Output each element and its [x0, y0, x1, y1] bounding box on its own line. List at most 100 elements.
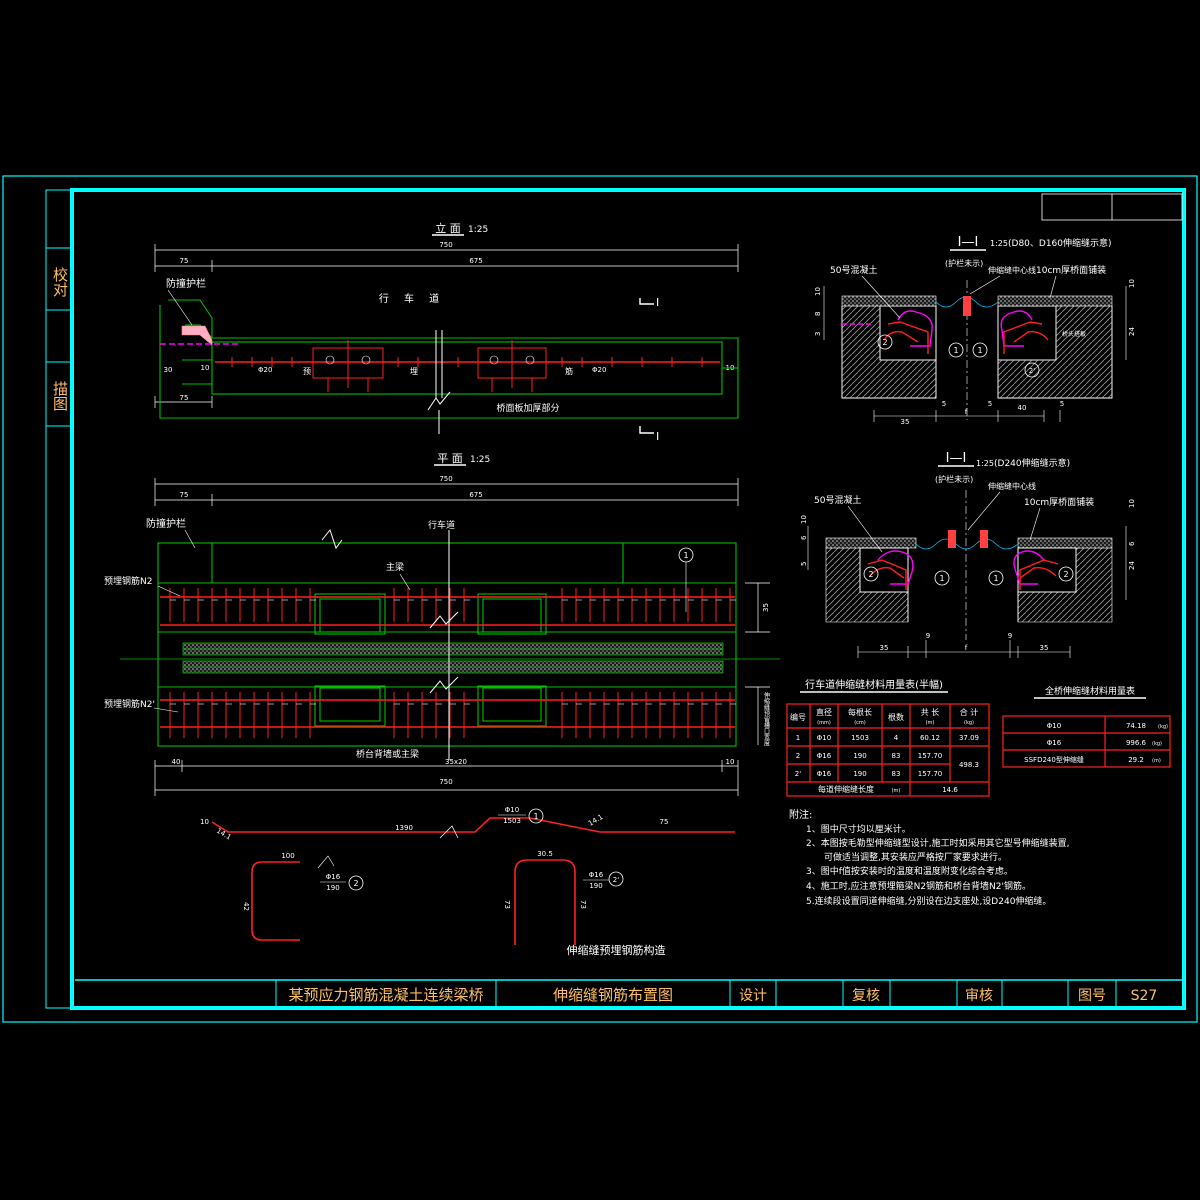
t2-r0c1: 74.18 [1126, 722, 1146, 730]
section-b-c1a: 1 [939, 574, 944, 583]
plan-scale: 1:25 [470, 455, 490, 465]
section-a-d24: 24 [1128, 327, 1136, 336]
t1-u1: (mm) [817, 720, 831, 726]
t1-u2: (cm) [854, 720, 866, 726]
t1-r2c0: 2' [795, 770, 801, 778]
section-b-d6: 6 [800, 535, 808, 540]
section-a-d40: 40 [1018, 404, 1027, 412]
section-b-paving: 10cm厚桥面铺装 [1024, 496, 1094, 508]
t1-row-1: 1 Φ10 1503 4 60.12 37.09 [796, 734, 979, 742]
elev-dim-30: 30 [164, 366, 173, 374]
section-b-d35b: 35 [1040, 644, 1049, 652]
rebar-caption: 伸缩缝预埋钢筋构造 [567, 943, 666, 957]
n2-h: 42 [242, 902, 250, 911]
n2-len: 190 [326, 884, 339, 892]
plan-main-beam: 主梁 [386, 561, 404, 573]
t1-row-3: 2' Φ16 190 83 157.70 [795, 770, 942, 778]
section-a-d10r: 10 [1128, 279, 1136, 288]
elev-deck-note: 桥面板加厚部分 [496, 402, 559, 414]
review-label: 审核 [965, 988, 993, 1004]
plan-side-note: 伸缩缝预留槽口宽度 [763, 691, 770, 747]
project-name: 某预应力钢筋混凝土连续梁桥 [288, 986, 483, 1004]
section-a-d10: 10 [814, 287, 822, 296]
section-b-concrete: 50号混凝土 [814, 494, 861, 506]
side-label-check: 校对 [51, 267, 69, 297]
section-a-concrete: 50号混凝土 [830, 264, 877, 276]
t1-r2c2: 190 [853, 770, 866, 778]
plan-guardrail: 防撞护栏 [146, 517, 186, 530]
t1-footer-label: 每道伸缩缝长度 [818, 784, 874, 794]
n1-b: 14.1 [215, 827, 233, 842]
elev-dim-75b: 75 [180, 394, 189, 402]
plan-dim-left: 75 [180, 491, 189, 499]
recheck-label: 复核 [852, 987, 880, 1004]
plan-title: 平 面 [437, 452, 463, 465]
n1-a: 10 [200, 818, 209, 826]
section-b-d35a: 35 [880, 644, 889, 652]
section-a-d3: 3 [814, 332, 822, 336]
section-a-d5b: 5 [988, 400, 992, 408]
plan-callout-1: 1 [683, 551, 688, 560]
elevation-view: 立 面 1:25 750 75 675 75 30 10 10 防撞护栏 行 车… [154, 221, 739, 443]
section-b-scale: 1:25 [976, 459, 994, 468]
section-b-spec: (D240伸缩缝示意) [994, 457, 1070, 469]
n1-len2: 1503 [503, 817, 521, 825]
notes: 附注: 1、图中尺寸均以厘米计。 2、本图按毛勒型伸缩缝型设计,施工时如采用其它… [789, 808, 1069, 907]
t1-h5: 合 计 [960, 707, 979, 717]
elev-guardrail: 防撞护栏 [166, 277, 206, 290]
section-b-d6r: 6 [1128, 541, 1136, 546]
t1-r0c4: 60.12 [920, 734, 940, 742]
t1-r0c0: 1 [796, 734, 800, 742]
plan-n2: 预埋钢筋N2 [104, 575, 152, 587]
elev-lane: 行 车 道 [379, 292, 445, 305]
note-4: 4、施工时,应注意预埋箍梁N2钢筋和桥台背墙N2'钢筋。 [806, 880, 1031, 892]
plan-n2p: 预埋钢筋N2' [104, 698, 155, 710]
t1-r2c1: Φ16 [817, 770, 832, 778]
elev-dim-10a: 10 [201, 364, 210, 372]
section-b-rail-note: (护栏未示) [935, 474, 973, 484]
notes-title: 附注: [789, 808, 812, 821]
elev-phi20b: Φ20 [592, 366, 606, 374]
title-block: 某预应力钢筋混凝土连续梁桥 伸缩缝钢筋布置图 设计 复核 审核 图号 S27 [75, 979, 1182, 1006]
t1-r0c1: Φ10 [817, 734, 831, 742]
n2p-no: 2' [613, 876, 619, 884]
n1-end: 75 [660, 818, 669, 826]
elev-jin: 筋 [565, 366, 573, 376]
section-b-d10: 10 [800, 515, 808, 524]
plan-abutment: 桥台背墙或主梁 [356, 748, 419, 760]
material-table-half: 行车道伸缩缝材料用量表(半幅) 编号 直径 (mm) 每根长 (cm) 根数 共… [786, 678, 990, 797]
drawing-name: 伸缩缝钢筋布置图 [553, 986, 673, 1004]
t2-r0c0: Φ10 [1047, 722, 1061, 730]
section-b-centerline: 伸缩缝中心线 [988, 481, 1036, 491]
t1-h2: 每根长 [848, 707, 872, 717]
section-a-spec: (D80、D160伸缩缝示意) [1008, 237, 1112, 249]
n2p-len: 190 [589, 882, 602, 890]
n1-len: 1390 [395, 824, 413, 832]
n2p-spec: Φ16 [589, 871, 604, 879]
t1-r1c3: 83 [892, 752, 901, 760]
elevation-title: 立 面 [435, 221, 461, 235]
t1-h3: 根数 [888, 712, 904, 722]
n2-no: 2 [353, 879, 358, 888]
t1-r0c2: 1503 [851, 734, 869, 742]
t2-r1c1: 996.6 [1126, 739, 1147, 747]
section-b-d24: 24 [1128, 561, 1136, 570]
t1-r1c2: 190 [853, 752, 866, 760]
section-a-c2: 2 [882, 338, 887, 347]
t2-r2c2: (m) [1152, 758, 1161, 764]
side-label-trace: 描图 [51, 381, 69, 411]
fig-no-label: 图号 [1078, 988, 1106, 1004]
n2-top: 100 [281, 852, 294, 860]
t1-r0c3: 4 [894, 734, 899, 742]
t1-merged-total: 498.3 [959, 761, 979, 769]
t1-footer-value: 14.6 [942, 786, 958, 794]
elev-dim-right: 675 [469, 257, 482, 265]
section-b-c2a: 2 [868, 570, 873, 579]
section-a-paving: 10cm厚桥面铺装 [1036, 264, 1106, 276]
t1-r0c5: 37.09 [959, 734, 979, 742]
t1-r2c4: 157.70 [918, 770, 943, 778]
t1-r1c0: 2 [796, 752, 800, 760]
section-b: I—I 1:25 (D240伸缩缝示意) (护栏未示) 2 2 1 1 50号混… [800, 451, 1136, 658]
n2p-h1: 73 [503, 900, 511, 909]
elevation-scale: 1:25 [468, 225, 488, 235]
